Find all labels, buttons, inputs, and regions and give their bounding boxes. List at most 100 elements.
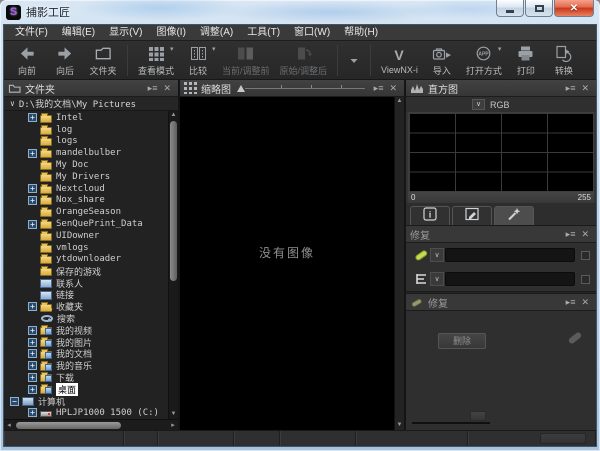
tree-item[interactable]: vmlogs — [4, 242, 168, 254]
tree-item[interactable]: +Nextcloud — [4, 183, 168, 195]
tree-item[interactable]: My Drivers — [4, 171, 168, 183]
size-slider-track[interactable] — [412, 422, 490, 424]
toolbar-button-folder[interactable]: 文件夹 — [84, 42, 122, 79]
toolbar-button-compare[interactable]: ▾比较 — [179, 42, 217, 79]
tree-item[interactable]: OrangeSeason — [4, 206, 168, 218]
panel-close-icon[interactable]: ✕ — [578, 295, 592, 310]
retouch-brush-icon[interactable] — [412, 248, 430, 262]
tree-item[interactable]: −计算机 — [4, 395, 168, 407]
toolbar-button-printer[interactable]: 打印 — [507, 42, 545, 79]
menu-item[interactable]: 工具(T) — [240, 25, 287, 41]
scroll-right-icon[interactable]: ▸ — [168, 420, 178, 431]
expand-toggle-icon[interactable]: + — [28, 302, 37, 311]
expand-toggle-icon[interactable]: + — [28, 220, 37, 229]
tree-item[interactable]: 链接 — [4, 289, 168, 301]
tree-item[interactable]: +我的视频 — [4, 324, 168, 336]
close-button[interactable]: ✕ — [554, 0, 594, 17]
tree-item[interactable]: +mandelbulber — [4, 147, 168, 159]
toolbar-button-import-camera[interactable]: 导入 — [423, 42, 461, 79]
retouch-combo-field[interactable] — [445, 272, 575, 286]
panel-collapse-icon[interactable]: ▸≡ — [371, 81, 387, 96]
tree-item[interactable]: 保存的游戏 — [4, 265, 168, 277]
toolbar-button-original-after[interactable]: 原始/调整后 — [275, 42, 333, 79]
expand-toggle-icon[interactable]: + — [28, 385, 37, 394]
panel-close-icon[interactable]: ✕ — [578, 81, 592, 96]
panel-close-icon[interactable]: ✕ — [578, 227, 592, 242]
menu-item[interactable]: 显示(V) — [102, 25, 149, 41]
tree-item[interactable]: +Nox_share — [4, 195, 168, 207]
toolbar-button-view-grid[interactable]: ▾查看模式 — [133, 42, 179, 79]
tree-item[interactable]: My Doc — [4, 159, 168, 171]
folders-vertical-scrollbar[interactable]: ▲ ▼ — [168, 111, 178, 419]
channel-selector[interactable]: ∨ RGB — [406, 97, 596, 112]
retouch-checkbox[interactable] — [581, 275, 590, 284]
expand-toggle-icon[interactable]: + — [28, 113, 37, 122]
tree-item[interactable]: UIDowner — [4, 230, 168, 242]
tree-item[interactable]: +SenQuePrint_Data — [4, 218, 168, 230]
toolbar-button-viewnx[interactable]: VViewNX-i — [376, 42, 423, 79]
menu-item[interactable]: 编辑(E) — [55, 25, 102, 41]
slider-thumb[interactable] — [237, 85, 245, 92]
menu-item[interactable]: 图像(I) — [149, 25, 192, 41]
expand-toggle-icon[interactable]: − — [10, 397, 19, 406]
titlebar[interactable]: S 捕影工匠 ✕ — [0, 0, 600, 24]
toolbar-button-convert[interactable]: 转换 — [545, 42, 583, 79]
tree-item[interactable]: +我的音乐 — [4, 360, 168, 372]
panel-collapse-icon[interactable]: ▸≡ — [145, 81, 161, 96]
auto-retouch-icon[interactable] — [412, 272, 430, 286]
tree-item[interactable]: logs — [4, 136, 168, 148]
toolbar-button-arrow-right[interactable]: 向后 — [46, 42, 84, 79]
expand-toggle-icon[interactable]: + — [28, 349, 37, 358]
expand-toggle-icon[interactable]: + — [28, 373, 37, 382]
panel-collapse-icon[interactable]: ▸≡ — [563, 227, 579, 242]
tree-item[interactable]: +收藏夹 — [4, 301, 168, 313]
thumbnail-vertical-scrollbar[interactable]: ▲ ▼ — [394, 97, 404, 430]
slider-track[interactable] — [245, 88, 365, 89]
combo-dropdown-icon[interactable]: ∨ — [430, 272, 444, 286]
maximize-button[interactable] — [525, 0, 553, 17]
menu-item[interactable]: 帮助(H) — [337, 25, 385, 41]
expand-toggle-icon[interactable]: + — [28, 326, 37, 335]
expand-toggle-icon[interactable]: + — [28, 196, 37, 205]
toolbar-button-more-dropdown[interactable] — [343, 42, 365, 79]
panel-collapse-icon[interactable]: ▸≡ — [563, 295, 579, 310]
tree-item[interactable]: +我的图片 — [4, 336, 168, 348]
scroll-down-icon[interactable]: ▼ — [395, 421, 404, 430]
tab-wand[interactable] — [494, 206, 534, 225]
thumbnail-size-slider[interactable] — [237, 85, 365, 92]
menu-item[interactable]: 调整(A) — [193, 25, 240, 41]
size-slider-thumb[interactable] — [470, 411, 486, 421]
scroll-up-icon[interactable]: ▲ — [395, 97, 404, 106]
tree-item[interactable]: log — [4, 124, 168, 136]
retouch-combo-field[interactable] — [445, 248, 575, 262]
tab-edit[interactable] — [452, 206, 492, 225]
menu-item[interactable]: 窗口(W) — [287, 25, 337, 41]
tree-item[interactable]: +下载 — [4, 372, 168, 384]
scrollbar-thumb[interactable] — [170, 121, 177, 281]
panel-close-icon[interactable]: ✕ — [160, 81, 174, 96]
panel-close-icon[interactable]: ✕ — [386, 81, 400, 96]
tree-item[interactable]: 搜索 — [4, 313, 168, 325]
expand-toggle-icon[interactable]: + — [28, 184, 37, 193]
tree-item[interactable]: +我的文档 — [4, 348, 168, 360]
scroll-left-icon[interactable]: ◂ — [4, 420, 14, 431]
tree-item[interactable]: +Intel — [4, 112, 168, 124]
minimize-button[interactable] — [496, 0, 524, 17]
toolbar-button-open-with[interactable]: APP▾打开方式 — [461, 42, 507, 79]
tree-item[interactable]: ytdownloader — [4, 254, 168, 266]
tree-item[interactable]: 联系人 — [4, 277, 168, 289]
menu-item[interactable]: 文件(F) — [8, 25, 55, 41]
folders-horizontal-scrollbar[interactable]: ◂ ▸ — [4, 419, 178, 430]
tree-item[interactable]: +桌面 — [4, 383, 168, 395]
tab-info[interactable]: i — [410, 206, 450, 225]
toolbar-button-arrow-left[interactable]: 向前 — [8, 42, 46, 79]
expand-toggle-icon[interactable]: + — [28, 361, 37, 370]
retouch-checkbox[interactable] — [581, 251, 590, 260]
expand-toggle-icon[interactable]: + — [28, 338, 37, 347]
tree-item[interactable]: +HPLJP1000 1500 (C:) — [4, 407, 168, 419]
scroll-down-icon[interactable]: ▼ — [169, 410, 178, 419]
combo-dropdown-icon[interactable]: ∨ — [430, 248, 444, 262]
folder-path-dropdown[interactable]: ∨ D:\我的文档\My Pictures — [4, 97, 178, 111]
scrollbar-thumb[interactable] — [16, 422, 121, 429]
scroll-up-icon[interactable]: ▲ — [169, 111, 178, 120]
